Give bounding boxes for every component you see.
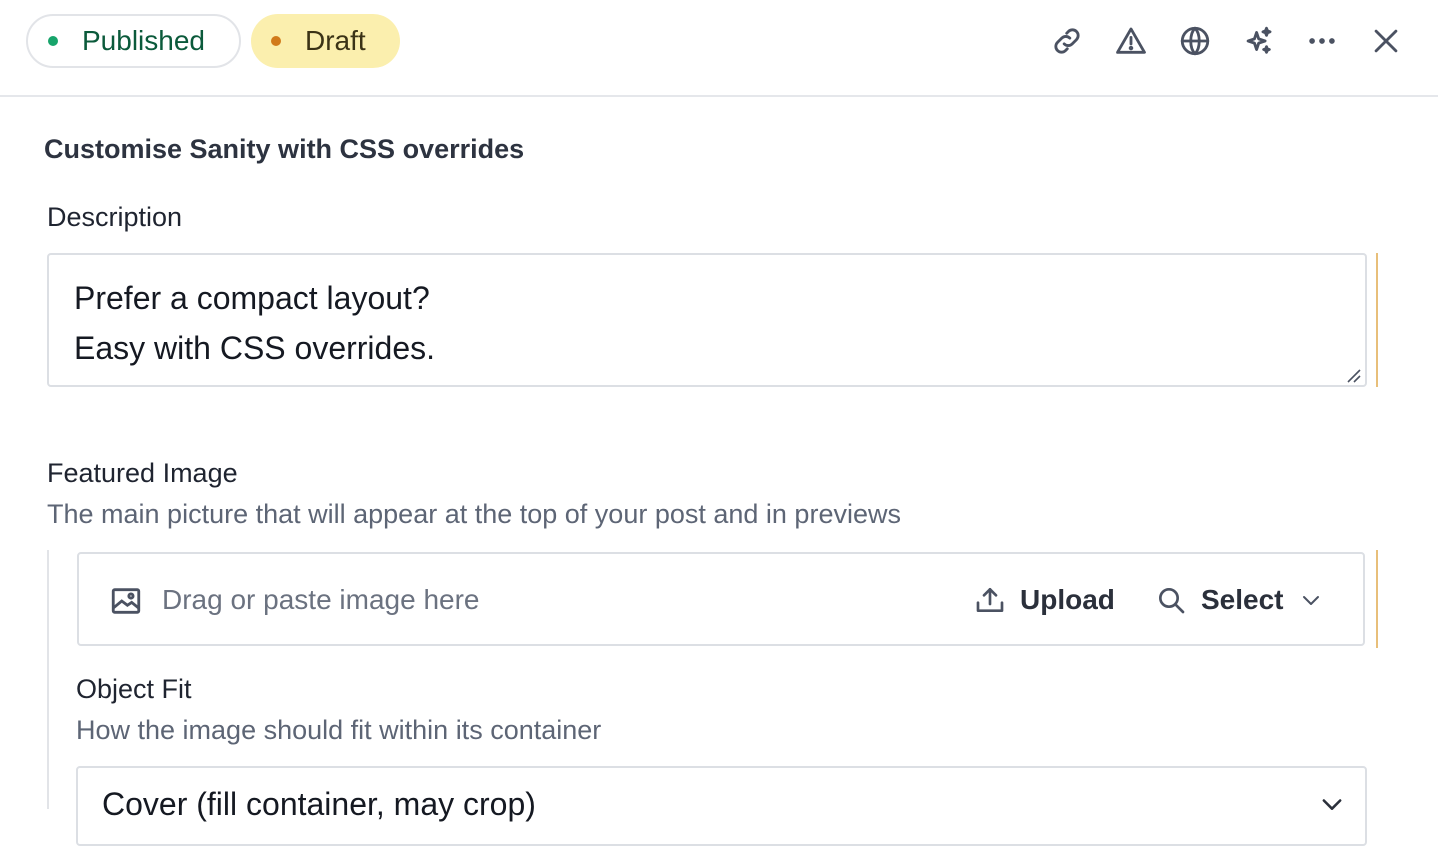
object-fit-selected-value: Cover (fill container, may crop) [102, 786, 536, 822]
upload-button[interactable]: Upload [974, 578, 1115, 622]
published-dot-icon [48, 36, 58, 46]
object-fit-select[interactable]: Cover (fill container, may crop) [76, 766, 1367, 846]
draft-dot-icon [271, 36, 281, 46]
upload-label: Upload [1020, 584, 1115, 615]
published-status-badge[interactable]: Published [26, 14, 241, 68]
sparkles-icon [1246, 26, 1272, 54]
description-line-1: Prefer a compact layout? [74, 280, 430, 316]
dropzone-hint: Drag or paste image here [162, 584, 480, 615]
select-label: Select [1201, 584, 1284, 615]
globe-icon [1180, 26, 1210, 56]
image-icon [109, 584, 143, 618]
description-line-2: Easy with CSS overrides. [74, 330, 436, 366]
validation-button[interactable] [1108, 18, 1154, 64]
language-button[interactable] [1172, 18, 1218, 64]
ai-assist-button[interactable] [1235, 18, 1281, 64]
document-header: Published Draft [0, 0, 1438, 97]
chevron-down-icon [1318, 790, 1346, 818]
object-fit-label: Object Fit [76, 674, 192, 704]
warning-icon [1116, 27, 1146, 54]
resize-handle-icon[interactable] [1344, 366, 1362, 384]
document-title: Customise Sanity with CSS overrides [44, 134, 525, 164]
featured-image-description: The main picture that will appear at the… [47, 499, 901, 529]
link-icon [1054, 28, 1080, 54]
close-icon [1374, 29, 1398, 53]
image-change-indicator [1376, 550, 1378, 648]
featured-image-group-bar [47, 550, 49, 809]
search-icon [1159, 588, 1185, 614]
description-change-indicator [1376, 253, 1378, 387]
image-dropzone[interactable]: Drag or paste image here Upload Select [77, 552, 1365, 646]
description-label: Description [47, 202, 183, 232]
link-button[interactable] [1044, 18, 1090, 64]
more-icon [1309, 38, 1335, 44]
draft-label: Draft [305, 25, 366, 56]
select-asset-button[interactable]: Select [1155, 578, 1284, 622]
object-fit-description: How the image should fit within its cont… [76, 715, 602, 745]
select-chevron-down-icon[interactable] [1299, 588, 1323, 612]
draft-status-badge[interactable]: Draft [251, 14, 400, 68]
close-pane-button[interactable] [1363, 18, 1409, 64]
featured-image-label: Featured Image [47, 458, 238, 488]
published-label: Published [82, 25, 205, 56]
description-textarea[interactable]: Prefer a compact layout? Easy with CSS o… [47, 253, 1367, 387]
more-actions-button[interactable] [1299, 18, 1345, 64]
upload-icon [976, 588, 1004, 612]
